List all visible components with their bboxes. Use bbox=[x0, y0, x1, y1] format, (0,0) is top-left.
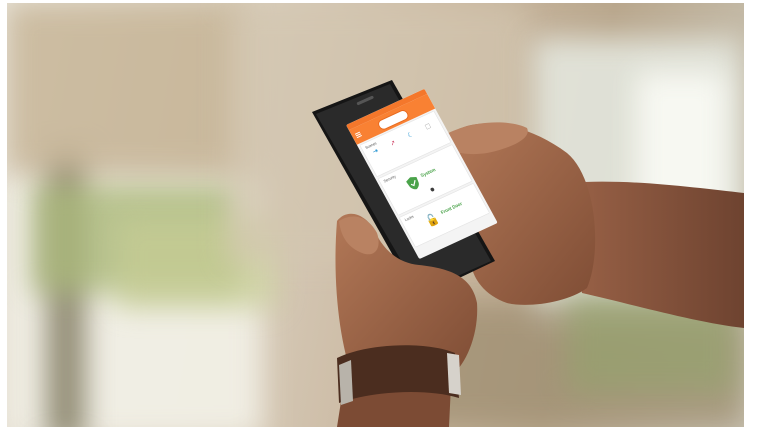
hamburger-menu-icon[interactable] bbox=[354, 131, 362, 139]
scene-wake[interactable]: ☐ bbox=[420, 121, 438, 135]
locks-card-title: Locks bbox=[403, 214, 415, 223]
scene-leave[interactable]: ➚ bbox=[384, 137, 402, 151]
security-card-title: Security bbox=[382, 173, 397, 184]
photo-background: Scenes ⇥ ➚ ☾ ☐ Security System Locks 🔓 F… bbox=[7, 3, 744, 427]
sleep-icon: ☾ bbox=[406, 131, 415, 140]
lock-name: Front Door bbox=[440, 201, 464, 216]
security-state-main: System bbox=[419, 167, 437, 179]
watch-buckle bbox=[447, 353, 461, 395]
wake-icon: ☐ bbox=[424, 123, 433, 132]
leave-icon: ➚ bbox=[389, 139, 398, 148]
security-state: System bbox=[420, 167, 437, 179]
scene-sleep[interactable]: ☾ bbox=[402, 129, 420, 143]
watch-clasp bbox=[339, 360, 353, 405]
page-indicator-dot bbox=[429, 187, 435, 193]
hands-and-phone bbox=[312, 80, 744, 427]
unlocked-padlock-icon: 🔓 bbox=[423, 210, 442, 229]
shield-icon bbox=[406, 176, 419, 190]
lock-state: Front Door bbox=[440, 201, 463, 216]
